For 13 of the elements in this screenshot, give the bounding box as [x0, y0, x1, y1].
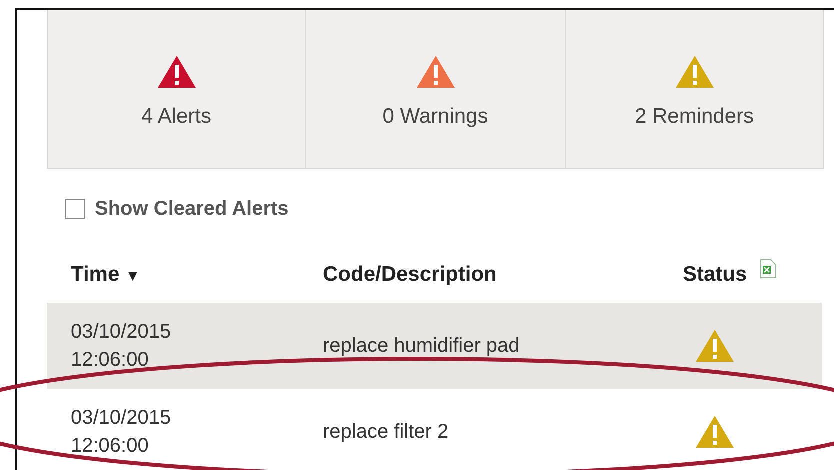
- summary-label: 0 Warnings: [382, 105, 488, 129]
- column-header[interactable]: Time ▼: [71, 263, 140, 286]
- description-cell-text: replace humidifier pad: [323, 334, 520, 359]
- time-cell-text: 03/10/2015 12:06:00: [71, 406, 172, 459]
- summary-label: 4 Alerts: [141, 105, 212, 129]
- column-header[interactable]: Code/Description: [323, 263, 497, 286]
- spreadsheet-icon[interactable]: [759, 258, 778, 280]
- checkbox[interactable]: [65, 199, 85, 219]
- summary-label: 2 Reminders: [634, 105, 754, 129]
- column-header[interactable]: Status: [683, 263, 748, 287]
- checkbox-label[interactable]: Show Cleared Alerts: [95, 198, 289, 220]
- time-cell-text: 03/10/2015 12:06:00: [71, 320, 172, 373]
- description-cell-text: replace filter 2: [323, 420, 449, 445]
